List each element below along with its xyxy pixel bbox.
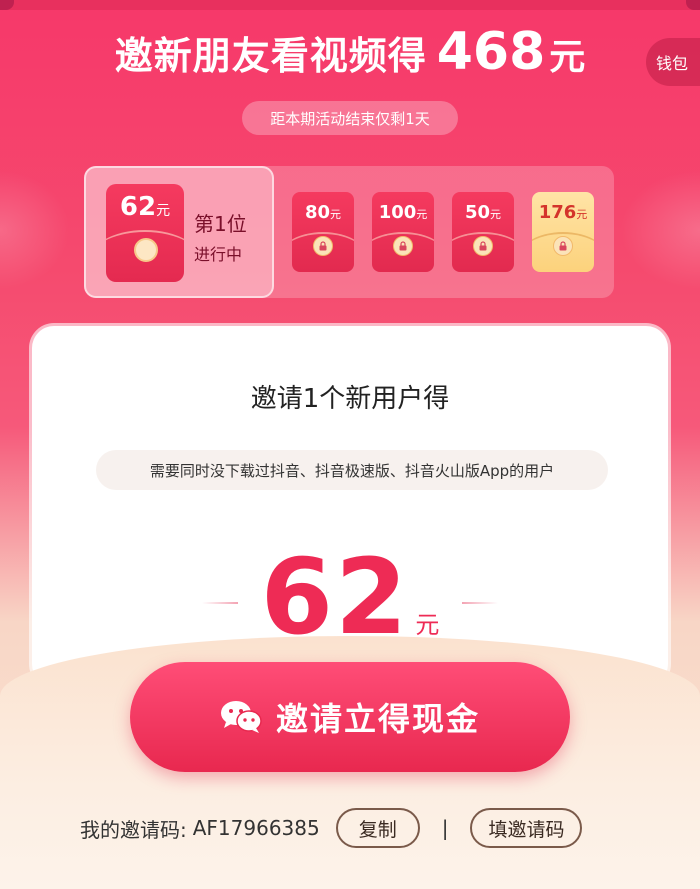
requirement-text: 需要同时没下载过抖音、抖音极速版、抖音火山版App的用户: [149, 461, 555, 480]
separator: |: [441, 816, 449, 840]
card-title: 邀请1个新用户得: [250, 384, 450, 414]
packet-amount-unit: 元: [416, 208, 428, 221]
countdown-text: 距本期活动结束仅剩1天: [270, 109, 430, 128]
reward-stages: 62元 第1位 进行中 80元 100元 50元 176元: [84, 166, 614, 298]
background-decoration-right: [620, 170, 700, 290]
divider-right: [462, 602, 498, 604]
packet-amount: 80元: [292, 202, 354, 223]
packet-amount: 50元: [452, 202, 514, 223]
coin-icon: [134, 238, 158, 262]
packet-amount-unit: 元: [330, 208, 342, 221]
title-text: 邀新朋友看视频得: [114, 34, 427, 78]
packet-amount-value: 62: [119, 192, 157, 222]
packet-amount-value: 100: [378, 202, 417, 223]
wallet-label: 钱包: [656, 54, 689, 73]
background-decoration-left: [0, 170, 70, 290]
stage-status: 第1位 进行中: [194, 208, 247, 265]
invite-code-label: 我的邀请码:: [80, 817, 187, 842]
stage-progress: 进行中: [194, 245, 243, 264]
copy-button[interactable]: 复制: [335, 808, 420, 848]
packet-amount: 62元: [106, 192, 184, 222]
wechat-icon: [220, 701, 262, 733]
packet-amount: 176元: [532, 202, 594, 223]
packet-amount-value: 176: [538, 202, 577, 223]
invite-card: 邀请1个新用户得 需要同时没下载过抖音、抖音极速版、抖音火山版App的用户 62…: [32, 326, 668, 686]
invite-button-label: 邀请立得现金: [275, 700, 480, 738]
requirement-note: 需要同时没下载过抖音、抖音极速版、抖音火山版App的用户: [96, 450, 608, 490]
fill-invite-code-button[interactable]: 填邀请码: [470, 808, 583, 848]
packet-amount-unit: 元: [156, 203, 171, 219]
title-amount: 468: [436, 22, 546, 82]
stage-rank: 第1位: [194, 212, 247, 236]
lock-icon: [553, 236, 573, 256]
lock-icon: [393, 236, 413, 256]
countdown-badge: 距本期活动结束仅剩1天: [242, 101, 458, 135]
fill-code-label: 填邀请码: [488, 818, 565, 841]
red-packet-locked-2[interactable]: 100元: [372, 192, 434, 272]
wallet-button[interactable]: 钱包: [646, 38, 700, 86]
invite-code-value: AF17966385: [192, 816, 320, 840]
reward-unit: 元: [415, 611, 440, 639]
packet-amount-unit: 元: [490, 208, 502, 221]
copy-label: 复制: [358, 818, 397, 841]
packet-amount-unit: 元: [576, 208, 588, 221]
page-title: 邀新朋友看视频得 468 元: [0, 22, 700, 82]
packet-amount-value: 50: [464, 202, 491, 223]
packet-amount: 100元: [372, 202, 434, 223]
lock-icon: [473, 236, 493, 256]
invite-code-row: 我的邀请码: AF17966385 复制 | 填邀请码: [80, 806, 583, 850]
gold-packet-locked[interactable]: 176元: [532, 192, 594, 272]
stage-current[interactable]: 62元 第1位 进行中: [84, 166, 274, 298]
packet-amount-value: 80: [304, 202, 331, 223]
red-packet-locked-3[interactable]: 50元: [452, 192, 514, 272]
invite-cash-button[interactable]: 邀请立得现金: [130, 662, 570, 772]
top-strip: [0, 0, 700, 10]
red-packet-locked-1[interactable]: 80元: [292, 192, 354, 272]
lock-icon: [313, 236, 333, 256]
title-unit: 元: [549, 37, 586, 78]
red-packet-current: 62元: [106, 184, 184, 282]
